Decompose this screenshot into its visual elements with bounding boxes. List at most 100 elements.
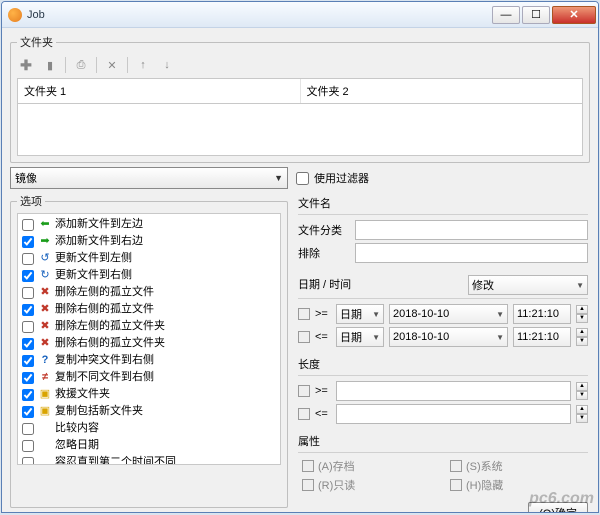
folder-icon[interactable]: ▮: [41, 56, 59, 74]
option-label: 复制包括新文件夹: [55, 404, 143, 419]
option-label: 删除左侧的孤立文件: [55, 285, 154, 300]
option-row[interactable]: 更新文件到左侧: [18, 250, 280, 267]
options-legend: 选项: [17, 193, 45, 209]
use-filter-label: 使用过滤器: [314, 170, 369, 186]
folder-col-1[interactable]: 文件夹 1: [18, 79, 301, 103]
ic-x-red-icon: [38, 303, 52, 317]
option-checkbox[interactable]: [22, 389, 34, 401]
option-label: 比较内容: [55, 421, 99, 436]
option-label: 删除右侧的孤立文件: [55, 302, 154, 317]
option-row[interactable]: 添加新文件到左边: [18, 216, 280, 233]
attr-readonly[interactable]: (R)只读: [302, 477, 436, 493]
filename-header: 文件名: [298, 195, 588, 211]
option-checkbox[interactable]: [22, 457, 34, 466]
mode-select[interactable]: 镜像 ▼: [10, 167, 288, 189]
option-label: 更新文件到左侧: [55, 251, 132, 266]
option-label: 删除右侧的孤立文件夹: [55, 336, 165, 351]
length-header: 长度: [298, 356, 588, 372]
ic-x-red-icon: [38, 337, 52, 351]
option-row[interactable]: 更新文件到右侧: [18, 267, 280, 284]
option-checkbox[interactable]: [22, 355, 34, 367]
option-row[interactable]: 添加新文件到右边: [18, 233, 280, 250]
delete-icon[interactable]: ✕: [103, 56, 121, 74]
option-checkbox[interactable]: [22, 321, 34, 333]
ic-green-r-icon: [38, 235, 52, 249]
ic-neq-icon: [38, 371, 52, 385]
maximize-button[interactable]: ☐: [522, 6, 550, 24]
date-ge-spinner[interactable]: ▲▼: [576, 305, 588, 323]
ic-fldn-icon: [38, 405, 52, 419]
option-checkbox[interactable]: [22, 372, 34, 384]
len-le-input[interactable]: [336, 404, 571, 424]
exclude-input[interactable]: [355, 243, 588, 263]
option-checkbox[interactable]: [22, 338, 34, 350]
option-checkbox[interactable]: [22, 270, 34, 282]
attr-archive[interactable]: (A)存档: [302, 458, 436, 474]
option-row[interactable]: 复制冲突文件到右侧: [18, 352, 280, 369]
chevron-down-icon: ▼: [274, 173, 283, 183]
option-row[interactable]: 救援文件夹: [18, 386, 280, 403]
ic-q-icon: [38, 354, 52, 368]
add-icon[interactable]: ✚: [17, 56, 35, 74]
down-icon[interactable]: ↓: [158, 56, 176, 74]
len-ge-input[interactable]: [336, 381, 571, 401]
date-le-date[interactable]: 2018-10-10▼: [389, 327, 508, 347]
print-icon[interactable]: ⎙: [72, 56, 90, 74]
toolbar-separator: [127, 57, 128, 73]
len-ge-spinner[interactable]: ▲▼: [576, 382, 588, 400]
use-filter-row[interactable]: 使用过滤器: [296, 170, 590, 186]
option-row[interactable]: 复制不同文件到右侧: [18, 369, 280, 386]
option-row[interactable]: 删除左侧的孤立文件夹: [18, 318, 280, 335]
ic-blue-l-icon: [38, 252, 52, 266]
date-le-spinner[interactable]: ▲▼: [576, 328, 588, 346]
attr-hidden[interactable]: (H)隐藏: [450, 477, 584, 493]
close-button[interactable]: ✕: [552, 6, 596, 24]
up-icon[interactable]: ↑: [134, 56, 152, 74]
titlebar: Job — ☐ ✕: [2, 2, 598, 28]
option-row[interactable]: 复制包括新文件夹: [18, 403, 280, 420]
dialog-buttons: (O)确定: [296, 499, 590, 512]
window-title: Job: [27, 9, 490, 21]
folder-col-2[interactable]: 文件夹 2: [301, 79, 583, 103]
len-ge-checkbox[interactable]: [298, 385, 310, 397]
class-input[interactable]: [355, 220, 588, 240]
date-ge-type[interactable]: 日期▼: [336, 304, 384, 324]
option-row[interactable]: 忽略日期: [18, 437, 280, 454]
option-row[interactable]: 删除右侧的孤立文件: [18, 301, 280, 318]
len-le-spinner[interactable]: ▲▼: [576, 405, 588, 423]
blank-icon: [38, 422, 52, 436]
option-checkbox[interactable]: [22, 253, 34, 265]
app-icon: [8, 8, 22, 22]
blank-icon: [38, 439, 52, 453]
option-row[interactable]: 容忍直到第二个时间不同: [18, 454, 280, 465]
date-ge-date[interactable]: 2018-10-10▼: [389, 304, 508, 324]
folders-list[interactable]: [17, 104, 583, 156]
date-le-checkbox[interactable]: [298, 331, 310, 343]
option-label: 复制不同文件到右侧: [55, 370, 154, 385]
option-checkbox[interactable]: [22, 406, 34, 418]
option-row[interactable]: 删除左侧的孤立文件: [18, 284, 280, 301]
option-checkbox[interactable]: [22, 423, 34, 435]
date-le-time[interactable]: 11:21:10: [513, 327, 571, 347]
attr-system[interactable]: (S)系统: [450, 458, 584, 474]
option-row[interactable]: 比较内容: [18, 420, 280, 437]
options-list[interactable]: 添加新文件到左边添加新文件到右边更新文件到左侧更新文件到右侧删除左侧的孤立文件删…: [17, 213, 281, 465]
option-checkbox[interactable]: [22, 236, 34, 248]
date-le-type[interactable]: 日期▼: [336, 327, 384, 347]
option-checkbox[interactable]: [22, 219, 34, 231]
use-filter-checkbox[interactable]: [296, 172, 309, 185]
len-le-checkbox[interactable]: [298, 408, 310, 420]
option-checkbox[interactable]: [22, 287, 34, 299]
option-label: 容忍直到第二个时间不同: [55, 455, 176, 465]
datetime-header: 日期 / 时间: [298, 276, 463, 292]
option-label: 更新文件到右侧: [55, 268, 132, 283]
minimize-button[interactable]: —: [492, 6, 520, 24]
option-checkbox[interactable]: [22, 440, 34, 452]
date-mode-select[interactable]: 修改▼: [468, 275, 588, 295]
option-row[interactable]: 删除右侧的孤立文件夹: [18, 335, 280, 352]
date-ge-time[interactable]: 11:21:10: [513, 304, 571, 324]
option-checkbox[interactable]: [22, 304, 34, 316]
lower-panes: 镜像 ▼ 选项 添加新文件到左边添加新文件到右边更新文件到左侧更新文件到右侧删除…: [10, 167, 590, 508]
date-ge-checkbox[interactable]: [298, 308, 310, 320]
ok-button[interactable]: (O)确定: [528, 502, 588, 512]
